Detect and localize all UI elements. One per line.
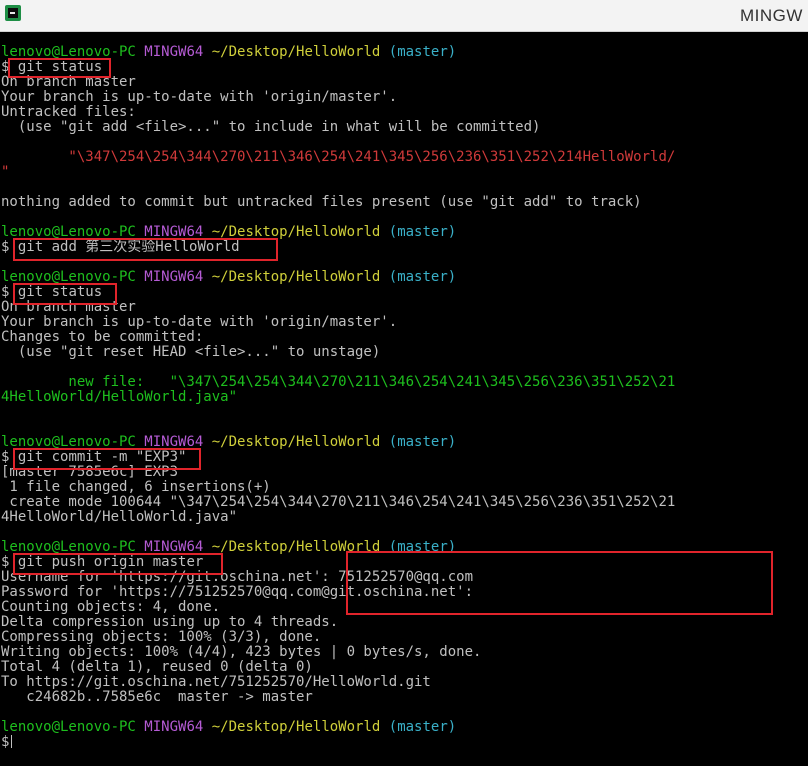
prompt-branch: (master): [388, 224, 457, 240]
prompt-user: lenovo@Lenovo-PC: [1, 539, 136, 555]
output-line: Your branch is up-to-date with 'origin/m…: [1, 314, 398, 330]
output-line: nothing added to commit but untracked fi…: [1, 194, 642, 210]
output-line: c24682b..7585e6c master -> master: [1, 689, 313, 705]
prompt-env: MINGW64: [144, 44, 204, 60]
prompt-symbol: $: [1, 449, 10, 465]
prompt-user: lenovo@Lenovo-PC: [1, 269, 136, 285]
command-git-status: git status: [17, 59, 103, 75]
output-line: 4HelloWorld/HelloWorld.java": [1, 509, 238, 525]
prompt-line: lenovo@Lenovo-PC MINGW64 ~/Desktop/Hello…: [1, 720, 456, 735]
output-line: On branch master: [1, 74, 136, 90]
mingw-terminal-icon: [5, 5, 21, 21]
untracked-file-line: ": [1, 164, 10, 180]
command-line-current[interactable]: $: [1, 734, 13, 750]
output-line: Compressing objects: 100% (3/3), done.: [1, 629, 322, 645]
prompt-user: lenovo@Lenovo-PC: [1, 434, 136, 450]
prompt-symbol: $: [1, 239, 10, 255]
terminal-output[interactable]: lenovo@Lenovo-PC MINGW64 ~/Desktop/Hello…: [0, 34, 808, 766]
prompt-user: lenovo@Lenovo-PC: [1, 719, 136, 735]
output-line: Untracked files:: [1, 104, 136, 120]
prompt-branch: (master): [388, 434, 457, 450]
staged-file-line: 4HelloWorld/HelloWorld.java": [1, 389, 238, 405]
prompt-path: ~/Desktop/HelloWorld: [211, 44, 381, 60]
prompt-symbol: $: [1, 554, 10, 570]
output-line: 1 file changed, 6 insertions(+): [1, 479, 271, 495]
command-git-commit: git commit -m "EXP3": [17, 449, 187, 465]
prompt-symbol: $: [1, 284, 10, 300]
prompt-symbol: $: [1, 59, 10, 75]
prompt-branch: (master): [388, 269, 457, 285]
output-line: Delta compression using up to 4 threads.: [1, 614, 339, 630]
output-line: Your branch is up-to-date with 'origin/m…: [1, 89, 398, 105]
prompt-user: lenovo@Lenovo-PC: [1, 44, 136, 60]
prompt-branch: (master): [388, 539, 457, 555]
untracked-file-line: "\347\254\254\344\270\211\346\254\241\34…: [1, 149, 676, 165]
prompt-env: MINGW64: [144, 719, 204, 735]
prompt-env: MINGW64: [144, 539, 204, 555]
output-line: Writing objects: 100% (4/4), 423 bytes |…: [1, 644, 482, 660]
output-line: [master 7585e6c] EXP3: [1, 464, 179, 480]
output-line: Password for 'https://751252570@qq.com@g…: [1, 584, 474, 600]
prompt-path: ~/Desktop/HelloWorld: [211, 719, 381, 735]
prompt-line: lenovo@Lenovo-PC MINGW64 ~/Desktop/Hello…: [1, 45, 456, 60]
command-git-push: git push origin master: [17, 554, 204, 570]
output-line: To https://git.oschina.net/751252570/Hel…: [1, 674, 431, 690]
output-line: Username for 'https://git.oschina.net': …: [1, 569, 474, 585]
output-line: (use "git add <file>..." to include in w…: [1, 119, 541, 135]
prompt-env: MINGW64: [144, 269, 204, 285]
text-cursor: [11, 735, 13, 748]
prompt-line: lenovo@Lenovo-PC MINGW64 ~/Desktop/Hello…: [1, 435, 456, 450]
prompt-env: MINGW64: [144, 224, 204, 240]
output-line: (use "git reset HEAD <file>..." to unsta…: [1, 344, 381, 360]
output-line: Total 4 (delta 1), reused 0 (delta 0): [1, 659, 313, 675]
prompt-path: ~/Desktop/HelloWorld: [211, 269, 381, 285]
prompt-line: lenovo@Lenovo-PC MINGW64 ~/Desktop/Hello…: [1, 540, 456, 555]
command-git-status: git status: [17, 284, 103, 300]
staged-file-line: new file: "\347\254\254\344\270\211\346\…: [1, 374, 676, 390]
prompt-path: ~/Desktop/HelloWorld: [211, 224, 381, 240]
prompt-line: lenovo@Lenovo-PC MINGW64 ~/Desktop/Hello…: [1, 270, 456, 285]
output-line: create mode 100644 "\347\254\254\344\270…: [1, 494, 676, 510]
prompt-symbol: $: [1, 734, 10, 750]
command-line: $ git status: [1, 60, 102, 75]
title-bar: MINGW: [0, 0, 808, 32]
output-line: Counting objects: 4, done.: [1, 599, 221, 615]
prompt-path: ~/Desktop/HelloWorld: [211, 539, 381, 555]
command-line: $ git push origin master: [1, 555, 203, 570]
prompt-branch: (master): [388, 44, 457, 60]
prompt-user: lenovo@Lenovo-PC: [1, 224, 136, 240]
prompt-path: ~/Desktop/HelloWorld: [211, 434, 381, 450]
command-line: $ git add 第三次实验HelloWorld: [1, 240, 240, 255]
window-title: MINGW: [740, 6, 803, 25]
command-git-add: git add 第三次实验HelloWorld: [17, 239, 240, 255]
output-line: On branch master: [1, 299, 136, 315]
prompt-line: lenovo@Lenovo-PC MINGW64 ~/Desktop/Hello…: [1, 225, 456, 240]
prompt-branch: (master): [388, 719, 457, 735]
prompt-env: MINGW64: [144, 434, 204, 450]
output-line: Changes to be committed:: [1, 329, 204, 345]
command-line: $ git commit -m "EXP3": [1, 450, 186, 465]
command-line: $ git status: [1, 285, 102, 300]
